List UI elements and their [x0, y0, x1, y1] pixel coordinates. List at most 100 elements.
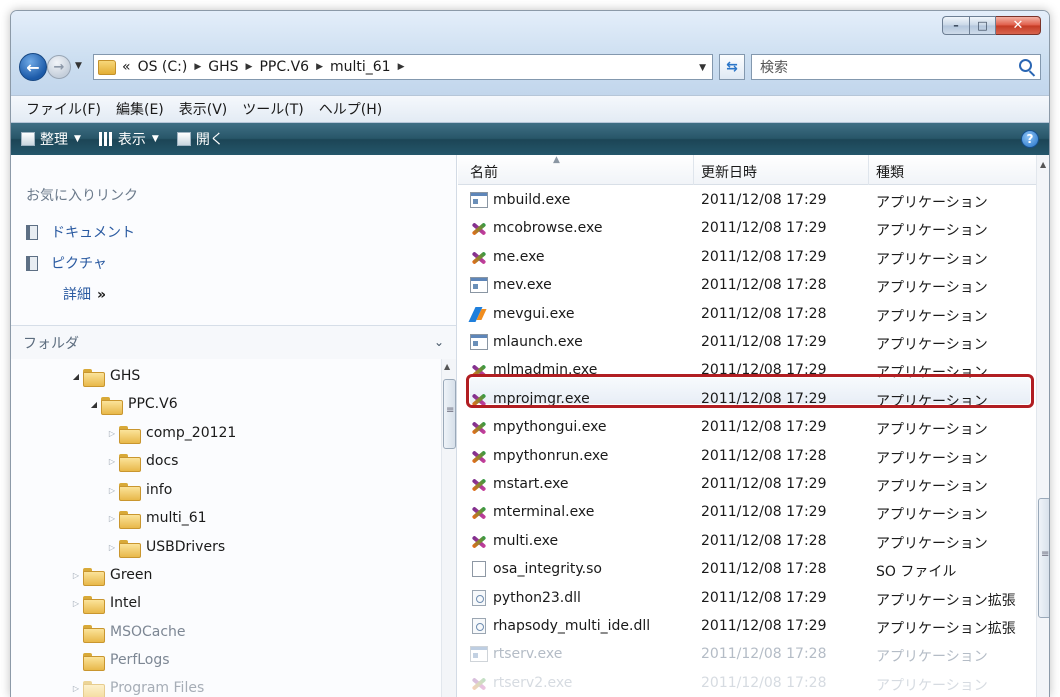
- menu-help[interactable]: ヘルプ(H): [319, 99, 382, 119]
- file-row[interactable]: rhapsody_multi_ide.dll 2011/12/08 17:29 アプ…: [458, 613, 1036, 641]
- breadcrumb-chevron-icon[interactable]: ▶: [398, 62, 405, 72]
- file-row[interactable]: rtserv2.exe 2011/12/08 17:28 アプリケーション: [458, 670, 1036, 697]
- tree-item-program-files[interactable]: ▷ Program Files: [71, 674, 204, 697]
- forward-button[interactable]: →: [47, 55, 71, 79]
- file-row[interactable]: mevgui.exe 2011/12/08 17:28 アプリケーション: [458, 301, 1036, 329]
- multi-tool-icon: [470, 504, 488, 520]
- expand-open-icon[interactable]: ◢: [71, 372, 81, 381]
- file-row[interactable]: rtserv.exe 2011/12/08 17:28 アプリケーション: [458, 641, 1036, 669]
- open-button[interactable]: 開く: [176, 129, 224, 149]
- file-row[interactable]: python23.dll 2011/12/08 17:29 アプリケーション拡張: [458, 585, 1036, 613]
- file-row[interactable]: mlaunch.exe 2011/12/08 17:29 アプリケーション: [458, 329, 1036, 357]
- tree-item-ppc-v6[interactable]: ◢ PPC.V6: [89, 390, 178, 418]
- breadcrumb-ppc-v6[interactable]: PPC.V6: [259, 59, 309, 75]
- expand-closed-icon[interactable]: ▷: [107, 543, 117, 552]
- tree-item-comp-20121[interactable]: ▷ comp_20121: [107, 419, 236, 447]
- search-icon[interactable]: [1019, 59, 1032, 72]
- tree-item-docs[interactable]: ▷ docs: [107, 447, 178, 475]
- recent-pages-dropdown[interactable]: ▼: [75, 61, 82, 71]
- folders-header[interactable]: フォルダ ⌄: [11, 325, 456, 359]
- expand-closed-icon[interactable]: ▷: [107, 457, 117, 466]
- breadcrumb-os-c[interactable]: OS (C:): [138, 59, 188, 75]
- tree-label: docs: [146, 453, 179, 469]
- tree-item-ghs[interactable]: ◢ GHS: [71, 362, 140, 390]
- tree-item-multi-61[interactable]: ▷ multi_61: [107, 504, 207, 532]
- menu-tools[interactable]: ツール(T): [242, 99, 303, 119]
- file-row[interactable]: mcobrowse.exe 2011/12/08 17:29 アプリケーション: [458, 215, 1036, 243]
- file-list-scrollbar[interactable]: ▲: [1036, 155, 1049, 697]
- address-bar[interactable]: « OS (C:) ▶ GHS ▶ PPC.V6 ▶ multi_61 ▶ ▼: [93, 54, 713, 80]
- column-divider[interactable]: [868, 155, 869, 185]
- column-date[interactable]: 更新日時: [701, 162, 757, 182]
- refresh-button[interactable]: ⇆: [719, 54, 745, 80]
- multi-tool-icon: [470, 476, 488, 492]
- expand-closed-icon[interactable]: ▷: [107, 429, 117, 438]
- file-row[interactable]: osa_integrity.so 2011/12/08 17:28 SO ファイル: [458, 556, 1036, 584]
- file-row[interactable]: mstart.exe 2011/12/08 17:29 アプリケーション: [458, 471, 1036, 499]
- folder-icon: [119, 425, 141, 444]
- tree-item-msocache[interactable]: MSOCache: [71, 618, 186, 646]
- tree-item-intel[interactable]: ▷ Intel: [71, 589, 141, 617]
- column-divider[interactable]: [693, 155, 694, 185]
- scroll-up-icon[interactable]: ▲: [1040, 160, 1046, 169]
- help-icon[interactable]: ?: [1021, 130, 1039, 148]
- file-row[interactable]: mpythongui.exe 2011/12/08 17:29 アプリケーション: [458, 414, 1036, 442]
- file-row[interactable]: mbuild.exe 2011/12/08 17:29 アプリケーション: [458, 187, 1036, 215]
- scrollbar-thumb[interactable]: [1038, 498, 1049, 618]
- column-name[interactable]: 名前: [470, 162, 498, 182]
- file-type: アプリケーション: [876, 223, 988, 240]
- back-button[interactable]: ←: [19, 53, 47, 81]
- breadcrumb-chevron-icon[interactable]: ▶: [316, 62, 323, 72]
- breadcrumb-multi-61[interactable]: multi_61: [330, 59, 391, 75]
- file-name-cell: rtserv2.exe: [470, 675, 572, 691]
- multi-tool-icon: [470, 249, 488, 265]
- maximize-button[interactable]: □: [969, 16, 996, 35]
- file-name-cell: me.exe: [470, 249, 545, 265]
- address-prefix[interactable]: «: [122, 59, 131, 75]
- file-type: アプリケーション: [876, 195, 988, 211]
- file-date: 2011/12/08 17:29: [701, 220, 827, 237]
- favorite-pictures[interactable]: ピクチャ: [26, 253, 107, 273]
- expand-closed-icon[interactable]: ▷: [71, 571, 81, 580]
- close-button[interactable]: ✕: [996, 16, 1041, 35]
- breadcrumb-chevron-icon[interactable]: ▶: [246, 62, 253, 72]
- tree-item-perflogs[interactable]: PerfLogs: [71, 646, 170, 674]
- expand-closed-icon[interactable]: ▷: [71, 599, 81, 608]
- tree-item-info[interactable]: ▷ info: [107, 476, 172, 504]
- expand-closed-icon[interactable]: ▷: [107, 514, 117, 523]
- menu-edit[interactable]: 編集(E): [116, 99, 164, 119]
- expand-closed-icon[interactable]: ▷: [71, 684, 81, 693]
- minimize-button[interactable]: –: [942, 16, 969, 35]
- menu-file[interactable]: ファイル(F): [26, 99, 101, 119]
- file-row[interactable]: multi.exe 2011/12/08 17:28 アプリケーション: [458, 528, 1036, 556]
- scrollbar-thumb[interactable]: [443, 379, 456, 449]
- application-icon: [470, 192, 488, 208]
- file-row[interactable]: mterminal.exe 2011/12/08 17:29 アプリケーション: [458, 499, 1036, 527]
- scroll-up-icon[interactable]: ▲: [444, 362, 450, 371]
- more-details-link[interactable]: 詳細 »: [63, 284, 106, 304]
- file-row[interactable]: mpythonrun.exe 2011/12/08 17:28 アプリケーション: [458, 443, 1036, 471]
- tree-item-usbdrivers[interactable]: ▷ USBDrivers: [107, 533, 225, 561]
- tree-item-green[interactable]: ▷ Green: [71, 561, 152, 589]
- views-button[interactable]: 表示 ▼: [98, 129, 159, 149]
- column-type[interactable]: 種類: [876, 162, 904, 182]
- folders-scrollbar[interactable]: ▲: [441, 359, 456, 697]
- address-dropdown-icon[interactable]: ▼: [699, 63, 706, 73]
- favorite-documents[interactable]: ドキュメント: [26, 222, 135, 242]
- expand-closed-icon[interactable]: ▷: [107, 486, 117, 495]
- organize-button[interactable]: 整理 ▼: [21, 129, 81, 149]
- folder-icon: [83, 652, 105, 671]
- file-type: アプリケーション: [876, 479, 988, 495]
- mevgui-icon: [470, 306, 488, 322]
- file-row[interactable]: mev.exe 2011/12/08 17:28 アプリケーション: [458, 272, 1036, 300]
- search-box[interactable]: 検索: [751, 54, 1041, 80]
- breadcrumb-chevron-icon[interactable]: ▶: [194, 62, 201, 72]
- expand-open-icon[interactable]: ◢: [89, 400, 99, 409]
- open-icon: [176, 132, 191, 146]
- breadcrumb-ghs[interactable]: GHS: [208, 59, 238, 75]
- file-row[interactable]: me.exe 2011/12/08 17:29 アプリケーション: [458, 244, 1036, 272]
- file-name-cell: multi.exe: [470, 533, 558, 549]
- chevron-down-icon[interactable]: ⌄: [434, 335, 444, 349]
- menu-view[interactable]: 表示(V): [179, 99, 228, 119]
- forward-arrow-icon: →: [53, 59, 65, 75]
